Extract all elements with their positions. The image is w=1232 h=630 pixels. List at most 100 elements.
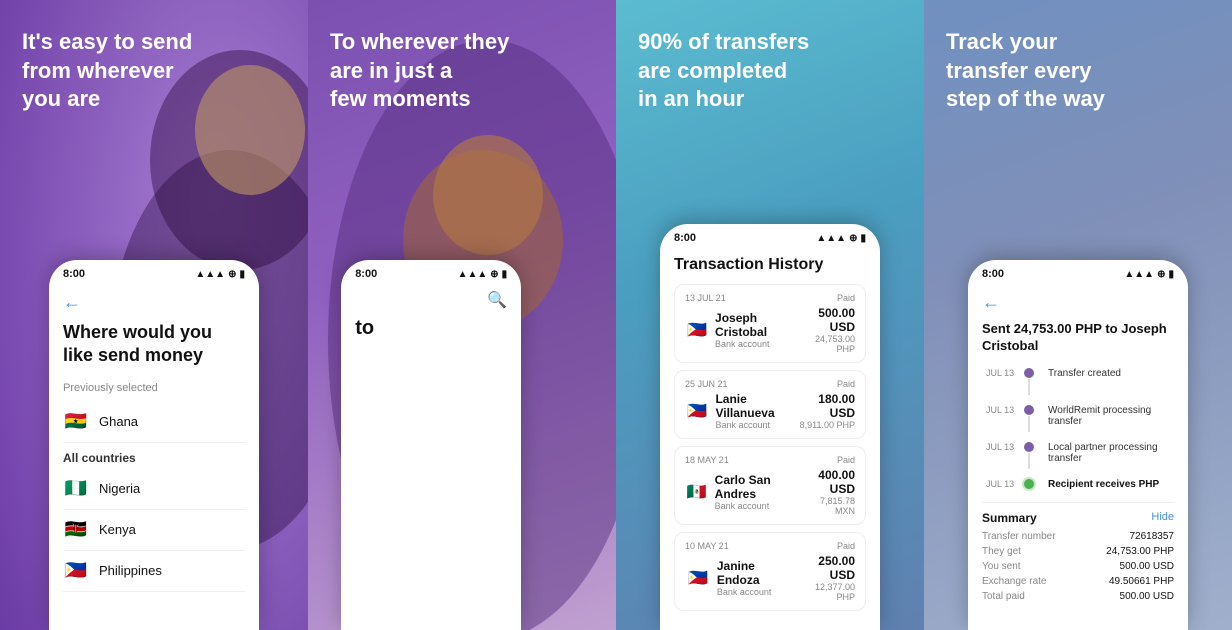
summary-title: Summary	[982, 511, 1037, 525]
tx-date: 18 MAY 21	[685, 455, 729, 465]
panel-1-title-line3: you are	[22, 86, 100, 111]
signal-icon-2: ▲▲▲	[458, 269, 488, 280]
panel-2-heading: To wherever they are in just a few momen…	[308, 0, 616, 130]
summary-row-value: 72618357	[1130, 531, 1175, 542]
back-arrow-icon-4[interactable]: ←	[982, 292, 1174, 313]
search-icon[interactable]: 🔍	[487, 290, 507, 310]
panel-3-time: 8:00	[674, 232, 696, 244]
panel-1: It's easy to send from wherever you are …	[0, 0, 308, 630]
transaction-item[interactable]: 25 JUN 21 Paid 🇵🇭 Lanie Villanueva Bank …	[674, 370, 866, 439]
transaction-item[interactable]: 10 MAY 21 Paid 🇵🇭 Janine Endoza Bank acc…	[674, 532, 866, 611]
tx-sub: Bank account	[715, 420, 797, 430]
tx-name: Lanie Villanueva	[715, 392, 797, 420]
destination-text: to	[341, 316, 521, 348]
tx-usd: 180.00 USD	[797, 392, 855, 420]
wifi-icon: ⊕	[228, 269, 236, 280]
summary-row-label: They get	[982, 546, 1021, 557]
tx-status: Paid	[837, 379, 855, 389]
flag-kenya: 🇰🇪	[63, 517, 89, 543]
battery-icon: ▮	[239, 269, 245, 280]
tx-local: 24,753.00 PHP	[799, 334, 855, 354]
panel-1-status-bar: 8:00 ▲▲▲ ⊕ ▮	[49, 260, 259, 284]
tx-date: 13 JUL 21	[685, 293, 726, 303]
tx-sub: Bank account	[715, 501, 800, 511]
flag-nigeria: 🇳🇬	[63, 476, 89, 502]
panel-4-phone: 8:00 ▲▲▲ ⊕ ▮ ← Sent 24,753.00 PHP to Jos…	[968, 260, 1188, 630]
all-countries-label: All countries	[63, 443, 245, 469]
tx-name: Joseph Cristobal	[715, 311, 799, 339]
send-money-title: Where would you like send money	[63, 321, 245, 368]
timeline-item: JUL 13 Local partner processing transfer	[986, 441, 1174, 470]
battery-icon-2: ▮	[502, 269, 508, 280]
timeline-line	[1028, 416, 1030, 432]
tx-local: 12,377.00 PHP	[794, 582, 855, 602]
panel-2-status-icons: ▲▲▲ ⊕ ▮	[458, 269, 508, 280]
transaction-item[interactable]: 13 JUL 21 Paid 🇵🇭 Joseph Cristobal Bank …	[674, 284, 866, 363]
timeline-dot	[1024, 479, 1034, 489]
tx-flag: 🇵🇭	[685, 564, 711, 592]
timeline-dot	[1024, 368, 1034, 378]
country-name-philippines: Philippines	[99, 563, 162, 578]
timeline-text: Transfer created	[1048, 367, 1121, 379]
panel-2-phone-container: 8:00 ▲▲▲ ⊕ ▮ 🔍 to	[341, 260, 521, 630]
summary-row: Transfer number 72618357	[982, 531, 1174, 542]
flag-ghana: 🇬🇭	[63, 409, 89, 435]
panel-3-status-icons: ▲▲▲ ⊕ ▮	[816, 233, 866, 244]
country-item-nigeria[interactable]: 🇳🇬 Nigeria	[63, 469, 245, 510]
summary-row-value: 49.50661 PHP	[1109, 576, 1174, 587]
previously-selected-label: Previously selected	[63, 382, 245, 394]
tx-usd: 400.00 USD	[799, 468, 855, 496]
country-name-nigeria: Nigeria	[99, 481, 140, 496]
tx-usd: 250.00 USD	[794, 554, 855, 582]
panel-4-phone-content: ← Sent 24,753.00 PHP to Joseph Cristobal…	[968, 284, 1188, 618]
summary-hide-button[interactable]: Hide	[1151, 511, 1174, 525]
timeline-text: Local partner processing transfer	[1048, 441, 1174, 464]
summary-row-label: Total paid	[982, 591, 1025, 602]
panel-4: Track your transfer every step of the wa…	[924, 0, 1232, 630]
summary-row-value: 500.00 USD	[1120, 561, 1174, 572]
panel-2-title-line3: few moments	[330, 86, 471, 111]
country-name-ghana: Ghana	[99, 414, 138, 429]
summary-row: They get 24,753.00 PHP	[982, 546, 1174, 557]
transaction-item[interactable]: 18 MAY 21 Paid 🇲🇽 Carlo San Andres Bank …	[674, 446, 866, 525]
tx-date: 10 MAY 21	[685, 541, 729, 551]
panel-2: To wherever they are in just a few momen…	[308, 0, 616, 630]
panel-4-heading: Track your transfer every step of the wa…	[924, 0, 1232, 130]
panel-1-status-icons: ▲▲▲ ⊕ ▮	[195, 269, 245, 280]
tx-flag: 🇵🇭	[685, 316, 709, 344]
panel-2-phone: 8:00 ▲▲▲ ⊕ ▮ 🔍 to	[341, 260, 521, 630]
transaction-list: 13 JUL 21 Paid 🇵🇭 Joseph Cristobal Bank …	[674, 284, 866, 611]
panel-3-title-line3: in an hour	[638, 86, 744, 111]
timeline-dot	[1024, 442, 1034, 452]
timeline-item: JUL 13 WorldRemit processing transfer	[986, 404, 1174, 433]
panel-4-phone-container: 8:00 ▲▲▲ ⊕ ▮ ← Sent 24,753.00 PHP to Jos…	[968, 260, 1188, 630]
tx-usd: 500.00 USD	[799, 306, 855, 334]
wifi-icon-4: ⊕	[1157, 269, 1165, 280]
tx-date: 25 JUN 21	[685, 379, 728, 389]
timeline-date: JUL 13	[986, 404, 1016, 415]
panel-4-title-bold: transfer	[946, 58, 1028, 83]
panel-1-heading: It's easy to send from wherever you are	[0, 0, 308, 130]
country-item-ghana[interactable]: 🇬🇭 Ghana	[63, 402, 245, 443]
transaction-history-title: Transaction History	[674, 256, 866, 274]
timeline-date: JUL 13	[986, 478, 1016, 489]
panel-4-title-line3: step of the way	[946, 86, 1105, 111]
summary-header: Summary Hide	[982, 511, 1174, 525]
panel-1-title-line2: from wherever	[22, 58, 174, 83]
country-item-philippines[interactable]: 🇵🇭 Philippines	[63, 551, 245, 592]
back-arrow-icon[interactable]: ←	[63, 292, 245, 313]
summary-row: Exchange rate 49.50661 PHP	[982, 576, 1174, 587]
summary-rows: Transfer number 72618357 They get 24,753…	[982, 531, 1174, 602]
panel-2-title-bold: are	[330, 58, 363, 83]
timeline-text: WorldRemit processing transfer	[1048, 404, 1174, 427]
panel-1-phone-container: 8:00 ▲▲▲ ⊕ ▮ ← Where would you like send…	[49, 260, 259, 630]
panel-3: 90% of transfers are completed in an hou…	[616, 0, 924, 630]
panel-1-title-bold: It's easy to send	[22, 29, 192, 54]
panel-1-phone: 8:00 ▲▲▲ ⊕ ▮ ← Where would you like send…	[49, 260, 259, 630]
timeline-date: JUL 13	[986, 367, 1016, 378]
wifi-icon-2: ⊕	[490, 269, 498, 280]
country-item-kenya[interactable]: 🇰🇪 Kenya	[63, 510, 245, 551]
panel-2-time: 8:00	[355, 268, 377, 280]
timeline-item: JUL 13 Recipient receives PHP	[986, 478, 1174, 490]
summary-row-value: 500.00 USD	[1120, 591, 1174, 602]
